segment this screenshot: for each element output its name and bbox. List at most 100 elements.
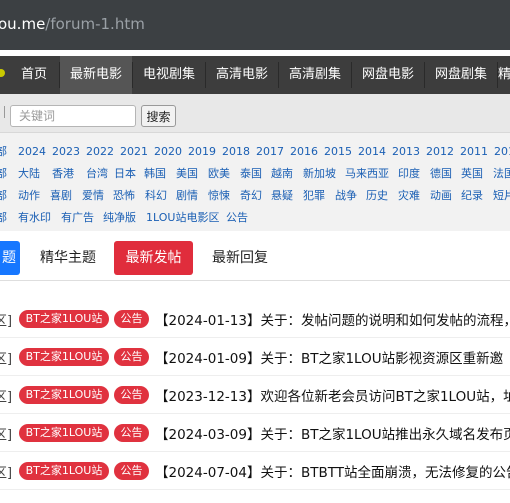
filter-year[interactable]: 2017 (256, 140, 284, 164)
announcement-badge[interactable]: 公告 (114, 310, 149, 328)
filter-year[interactable]: 2022 (86, 140, 114, 164)
filter-year[interactable]: 201 (494, 140, 510, 164)
filter-other[interactable]: 有水印 (18, 206, 51, 230)
filter-region[interactable]: 日本 (114, 162, 136, 186)
thread-title[interactable]: 【2024-07-04】关于：BTBTT站全面崩溃，无法修复的公告 (155, 461, 510, 481)
filter-genre[interactable]: 悬疑 (271, 184, 293, 208)
filter-genre[interactable]: 犯罪 (303, 184, 325, 208)
filter-genre[interactable]: 灾难 (398, 184, 420, 208)
thread-row[interactable]: 区] BT之家1LOU站 公告 【2023-12-13】欢迎各位新老会员访问BT… (0, 376, 510, 414)
nav-item-cloud-series[interactable]: 网盘剧集 (425, 56, 497, 94)
filter-other[interactable]: 公告 (226, 206, 248, 230)
browser-address-bar[interactable]: ou.me/forum-1.htm (0, 0, 510, 50)
filter-year[interactable]: 2021 (120, 140, 148, 164)
filter-region[interactable]: 德国 (430, 162, 452, 186)
filter-genre[interactable]: 战争 (335, 184, 357, 208)
filter-region[interactable]: 马来西亚 (345, 162, 389, 186)
thread-row[interactable]: 区] BT之家1LOU站 公告 【2024-01-09】关于：BT之家1LOU站… (0, 338, 510, 376)
filter-region[interactable]: 新加坡 (303, 162, 336, 186)
filter-genre[interactable]: 惊悚 (208, 184, 230, 208)
nav-item-latest-movies[interactable]: 最新电影 (60, 56, 132, 94)
site-badge[interactable]: BT之家1LOU站 (19, 348, 109, 366)
search-divider (0, 106, 5, 118)
tab-featured[interactable]: 精华主题 (30, 241, 106, 275)
filter-label: 部 (0, 189, 7, 202)
row-divider (0, 489, 510, 490)
thread-title[interactable]: 【2024-01-09】关于：BT之家1LOU站影视资源区重新邀 (155, 347, 503, 367)
filter-genre[interactable]: 奇幻 (240, 184, 262, 208)
filter-region[interactable]: 英国 (461, 162, 483, 186)
announcement-badge[interactable]: 公告 (114, 348, 149, 366)
thread-forum-prefix: 区] (0, 428, 13, 443)
filter-year[interactable]: 2013 (392, 140, 420, 164)
filter-region[interactable]: 台湾 (86, 162, 108, 186)
filter-region[interactable]: 法国 (493, 162, 510, 186)
site-badge[interactable]: BT之家1LOU站 (19, 310, 109, 328)
nav-item-cloud-movies[interactable]: 网盘电影 (352, 56, 424, 94)
search-input[interactable] (10, 105, 136, 127)
filter-year[interactable]: 2016 (290, 140, 318, 164)
filter-year[interactable]: 2014 (358, 140, 386, 164)
url-host: ou.me (0, 15, 46, 33)
tab-latest-post[interactable]: 最新发帖 (114, 241, 193, 275)
filter-year[interactable]: 2024 (18, 140, 46, 164)
thread-forum-prefix: 区] (0, 390, 13, 405)
filter-genre[interactable]: 恐怖 (113, 184, 135, 208)
nav-item-tv-series[interactable]: 电视剧集 (133, 56, 205, 94)
nav-item-home[interactable]: 首页 (9, 56, 59, 94)
nav-item-featured[interactable]: 精 (498, 56, 510, 94)
search-button[interactable]: 搜索 (141, 105, 176, 127)
filter-year[interactable]: 2023 (52, 140, 80, 164)
filter-region[interactable]: 越南 (271, 162, 293, 186)
filter-label: 部 (0, 167, 7, 180)
filter-other[interactable]: 1LOU站电影区 (146, 206, 219, 230)
thread-row[interactable]: 区] BT之家1LOU站 公告 【2024-01-13】关于：发帖问题的说明和如… (0, 300, 510, 338)
filter-other[interactable]: 有广告 (61, 206, 94, 230)
site-badge[interactable]: BT之家1LOU站 (19, 424, 109, 442)
site-badge[interactable]: BT之家1LOU站 (19, 386, 109, 404)
filter-region[interactable]: 欧美 (208, 162, 230, 186)
thread-tabs: 题 精华主题 最新发帖 最新回复 (0, 236, 510, 281)
nav-item-hd-series[interactable]: 高清剧集 (279, 56, 351, 94)
filter-genre[interactable]: 动画 (430, 184, 452, 208)
filter-label: 部 (0, 211, 7, 224)
filter-year[interactable]: 2015 (324, 140, 352, 164)
filter-region[interactable]: 大陆 (18, 162, 40, 186)
tab-all[interactable]: 题 (0, 241, 20, 275)
nav-item-hd-movies[interactable]: 高清电影 (206, 56, 278, 94)
filter-region[interactable]: 印度 (398, 162, 420, 186)
filter-region[interactable]: 香港 (52, 162, 74, 186)
thread-forum-prefix: 区] (0, 466, 13, 481)
thread-forum-prefix: 区] (0, 314, 13, 329)
filter-other[interactable]: 纯净版 (103, 206, 136, 230)
filter-region[interactable]: 韩国 (144, 162, 166, 186)
site-badge[interactable]: BT之家1LOU站 (19, 462, 109, 480)
filter-genre[interactable]: 爱情 (82, 184, 104, 208)
filter-label: 部 (0, 145, 7, 158)
filter-region[interactable]: 泰国 (240, 162, 262, 186)
filter-genre[interactable]: 纪录 (461, 184, 483, 208)
filter-panel: 部 2024 2023 2022 2021 2020 2019 2018 201… (0, 133, 510, 231)
filter-year[interactable]: 2012 (426, 140, 454, 164)
url-text[interactable]: ou.me/forum-1.htm (0, 15, 145, 33)
filter-year[interactable]: 2011 (460, 140, 488, 164)
announcement-badge[interactable]: 公告 (114, 386, 149, 404)
filter-year[interactable]: 2020 (154, 140, 182, 164)
filter-genre[interactable]: 喜剧 (50, 184, 72, 208)
filter-genre[interactable]: 科幻 (145, 184, 167, 208)
thread-row[interactable]: 区] BT之家1LOU站 公告 【2024-03-09】关于：BT之家1LOU站… (0, 414, 510, 452)
filter-genre[interactable]: 动作 (18, 184, 40, 208)
thread-title[interactable]: 【2023-12-13】欢迎各位新老会员访问BT之家1LOU站，址 (155, 385, 510, 405)
filter-genre[interactable]: 历史 (366, 184, 388, 208)
thread-row[interactable]: 区] BT之家1LOU站 公告 【2024-07-04】关于：BTBTT站全面崩… (0, 452, 510, 490)
announcement-badge[interactable]: 公告 (114, 462, 149, 480)
tab-latest-reply[interactable]: 最新回复 (202, 241, 278, 275)
announcement-badge[interactable]: 公告 (114, 424, 149, 442)
thread-title[interactable]: 【2024-01-13】关于：发帖问题的说明和如何发帖的流程， (155, 309, 510, 329)
filter-year[interactable]: 2019 (188, 140, 216, 164)
thread-title[interactable]: 【2024-03-09】关于：BT之家1LOU站推出永久域名发布页 (155, 423, 510, 443)
filter-region[interactable]: 美国 (176, 162, 198, 186)
filter-genre[interactable]: 剧情 (176, 184, 198, 208)
filter-year[interactable]: 2018 (222, 140, 250, 164)
filter-genre[interactable]: 短片 (493, 184, 510, 208)
